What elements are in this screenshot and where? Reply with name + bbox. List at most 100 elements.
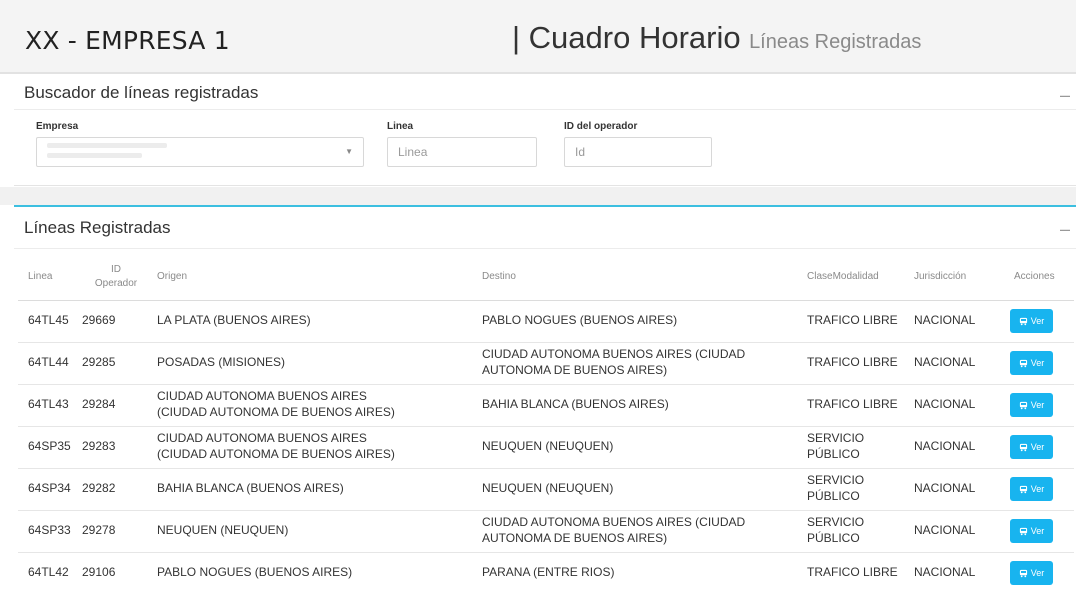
cell-origen-text: NEUQUEN (NEUQUEN) (157, 523, 289, 538)
cell-id-operador: 29282 (75, 468, 157, 511)
ver-button-label: Ver (1030, 358, 1045, 368)
column-header-id-operador[interactable]: ID Operador (75, 254, 157, 301)
lines-panel-collapse-button[interactable]: – (1060, 220, 1070, 238)
cell-clase-modalidad: SERVICIO PÚBLICO (807, 426, 914, 469)
bus-icon (1019, 443, 1028, 452)
column-header-clase-modalidad[interactable]: ClaseModalidad (807, 254, 914, 301)
cell-clase-modalidad-text: TRAFICO LIBRE (807, 565, 898, 580)
ver-button[interactable]: Ver (1010, 393, 1053, 417)
cell-id-operador: 29106 (75, 552, 157, 589)
search-panel-collapse-button[interactable]: – (1060, 86, 1070, 104)
empresa-label: Empresa (36, 121, 79, 132)
bus-icon (1019, 485, 1028, 494)
bus-icon (1019, 527, 1028, 536)
ver-button-label: Ver (1030, 526, 1045, 536)
operator-id-label: ID del operador (564, 121, 638, 132)
cell-acciones: Ver (994, 342, 1074, 385)
cell-clase-modalidad-text: SERVICIO PÚBLICO (807, 473, 865, 503)
ver-button[interactable]: Ver (1010, 519, 1053, 543)
ver-button[interactable]: Ver (1010, 561, 1053, 585)
cell-destino-text: BAHIA BLANCA (BUENOS AIRES) (482, 397, 669, 412)
cell-jurisdiccion: NACIONAL (914, 300, 994, 343)
cell-linea: 64TL42 (18, 552, 75, 589)
cell-destino: NEUQUEN (NEUQUEN) (482, 468, 807, 511)
cell-destino: PARANA (ENTRE RIOS) (482, 552, 807, 589)
cell-origen: PABLO NOGUES (BUENOS AIRES) (157, 552, 482, 589)
cell-origen: LA PLATA (BUENOS AIRES) (157, 300, 482, 343)
cell-acciones: Ver (994, 468, 1074, 511)
search-panel-divider (14, 109, 1076, 110)
cell-jurisdiccion: NACIONAL (914, 468, 994, 511)
cell-destino: NEUQUEN (NEUQUEN) (482, 426, 807, 469)
search-panel: Buscador de líneas registradas – Empresa… (14, 76, 1076, 186)
cell-destino: BAHIA BLANCA (BUENOS AIRES) (482, 384, 807, 427)
table-row: 64TL44 29285 POSADAS (MISIONES) CIUDAD AUTO… (18, 342, 1074, 385)
operator-id-input[interactable] (564, 137, 712, 167)
cell-jurisdiccion: NACIONAL (914, 342, 994, 385)
cell-clase-modalidad-text: SERVICIO PÚBLICO (807, 431, 865, 461)
cell-id-operador: 29285 (75, 342, 157, 385)
ver-button[interactable]: Ver (1010, 477, 1053, 501)
linea-input[interactable] (387, 137, 537, 167)
cell-clase-modalidad: TRAFICO LIBRE (807, 342, 914, 385)
cell-linea: 64TL45 (18, 300, 75, 343)
cell-origen-text: POSADAS (MISIONES) (157, 355, 286, 370)
cell-destino-text: PARANA (ENTRE RIOS) (482, 565, 615, 580)
column-header-jurisdiccion[interactable]: Jurisdicción (914, 254, 994, 301)
column-header-id-operador-label: ID Operador (94, 264, 138, 289)
cell-linea: 64TL44 (18, 342, 75, 385)
cell-acciones: Ver (994, 384, 1074, 427)
cell-destino: CIUDAD AUTONOMA BUENOS AIRES (CIUDAD AUT… (482, 342, 807, 385)
cell-clase-modalidad: SERVICIO PÚBLICO (807, 510, 914, 553)
cell-clase-modalidad: TRAFICO LIBRE (807, 552, 914, 589)
cell-clase-modalidad-text: TRAFICO LIBRE (807, 313, 898, 328)
cell-destino-text: NEUQUEN (NEUQUEN) (482, 439, 614, 454)
bus-icon (1019, 359, 1028, 368)
cell-origen: BAHIA BLANCA (BUENOS AIRES) (157, 468, 482, 511)
ver-button-label: Ver (1030, 316, 1045, 326)
section-gap (0, 187, 1076, 205)
cell-jurisdiccion: NACIONAL (914, 552, 994, 589)
ver-button[interactable]: Ver (1010, 351, 1053, 375)
ver-button[interactable]: Ver (1010, 435, 1053, 459)
page-subtitle: Líneas Registradas (749, 31, 922, 53)
cell-jurisdiccion: NACIONAL (914, 384, 994, 427)
column-header-acciones: Acciones (994, 254, 1074, 301)
cell-linea: 64SP35 (18, 426, 75, 469)
cell-jurisdiccion: NACIONAL (914, 510, 994, 553)
cell-origen: CIUDAD AUTONOMA BUENOS AIRES (CIUDAD AUT… (157, 426, 482, 469)
bus-icon (1019, 317, 1028, 326)
table-row: 64TL45 29669 LA PLATA (BUENOS AIRES) PABLO … (18, 300, 1074, 343)
cell-origen-text: PABLO NOGUES (BUENOS AIRES) (157, 565, 353, 580)
cell-clase-modalidad-text: SERVICIO PÚBLICO (807, 515, 865, 545)
cell-id-operador: 29284 (75, 384, 157, 427)
empresa-select-value-line2 (47, 153, 142, 158)
cell-destino: PABLO NOGUES (BUENOS AIRES) (482, 300, 807, 343)
registered-lines-panel: Líneas Registradas – Linea ID Operador O… (14, 205, 1076, 589)
cell-origen: NEUQUEN (NEUQUEN) (157, 510, 482, 553)
table-row: 64SP34 29282 BAHIA BLANCA (BUENOS AIRES) NE… (18, 468, 1074, 511)
cell-acciones: Ver (994, 426, 1074, 469)
cell-clase-modalidad-text: TRAFICO LIBRE (807, 355, 898, 370)
chevron-down-icon: ▼ (345, 147, 353, 156)
empresa-select-value (47, 143, 167, 148)
column-header-destino[interactable]: Destino (482, 254, 807, 301)
empresa-select[interactable]: ▼ (36, 137, 364, 167)
lines-table: Linea ID Operador Origen Destino ClaseMo… (18, 254, 1074, 589)
cell-origen-text: BAHIA BLANCA (BUENOS AIRES) (157, 481, 344, 496)
cell-linea: 64SP34 (18, 468, 75, 511)
cell-origen-text: CIUDAD AUTONOMA BUENOS AIRES (CIUDAD AUT… (157, 431, 395, 461)
column-header-linea[interactable]: Linea (18, 254, 75, 301)
cell-origen-text: LA PLATA (BUENOS AIRES) (157, 313, 311, 328)
table-row: 64SP33 29278 NEUQUEN (NEUQUEN) CIUDAD AUTON… (18, 510, 1074, 553)
cell-origen: POSADAS (MISIONES) (157, 342, 482, 385)
cell-clase-modalidad: SERVICIO PÚBLICO (807, 468, 914, 511)
ver-button-label: Ver (1030, 400, 1045, 410)
lines-table-body: 64TL45 29669 LA PLATA (BUENOS AIRES) PABLO … (18, 300, 1074, 589)
ver-button-label: Ver (1030, 442, 1045, 452)
table-header-row: Linea ID Operador Origen Destino ClaseMo… (18, 254, 1074, 301)
cell-linea: 64SP33 (18, 510, 75, 553)
cell-id-operador: 29278 (75, 510, 157, 553)
column-header-origen[interactable]: Origen (157, 254, 482, 301)
ver-button[interactable]: Ver (1010, 309, 1053, 333)
